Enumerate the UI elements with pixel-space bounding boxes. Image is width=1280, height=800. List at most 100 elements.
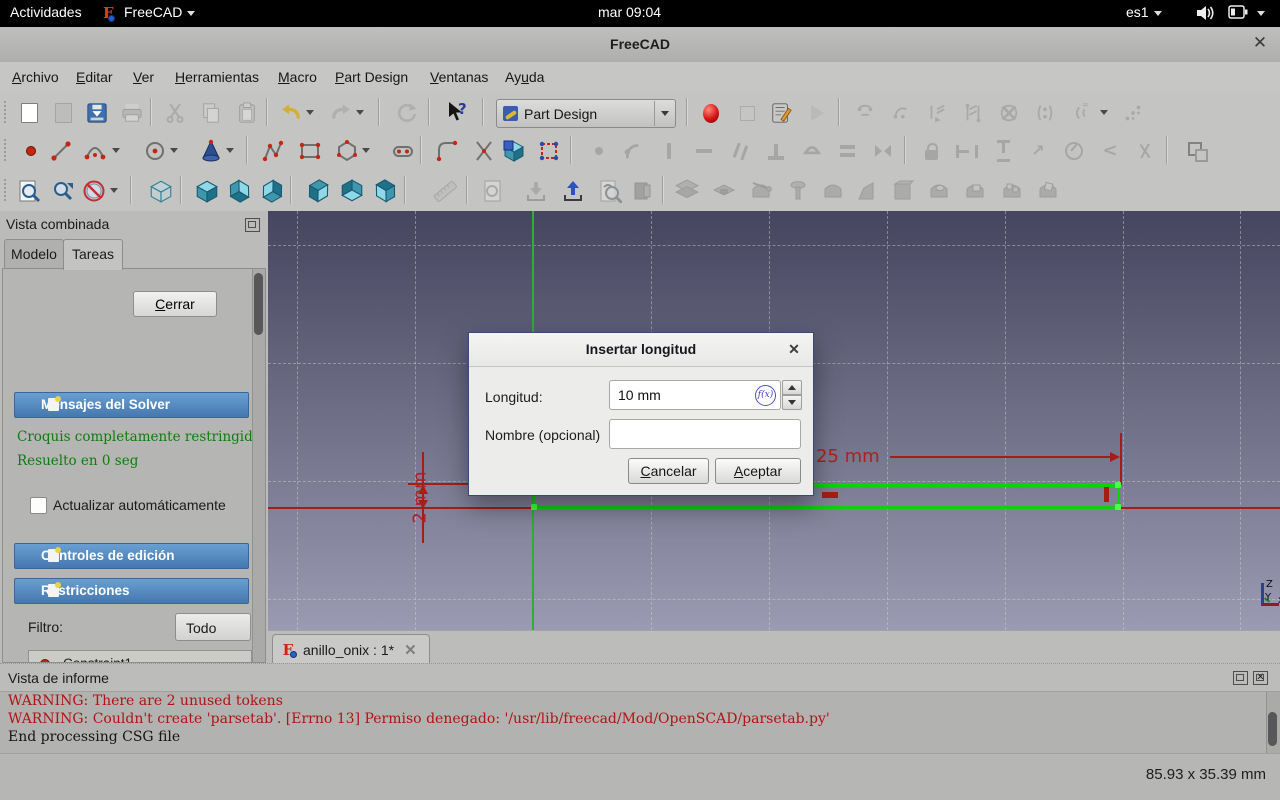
- sketcher-edit-tool-1-button[interactable]: [850, 98, 880, 128]
- view-axonometric-button[interactable]: [146, 176, 176, 206]
- create-sketch-button[interactable]: [478, 176, 508, 206]
- whats-this-button[interactable]: ?: [442, 98, 472, 128]
- report-view-content[interactable]: WARNING: There are 2 unused tokens WARNI…: [0, 691, 1280, 754]
- sketch-vertex[interactable]: [1115, 504, 1121, 510]
- constraint-parallel-button[interactable]: [725, 136, 755, 166]
- report-float-icon[interactable]: [1233, 671, 1248, 685]
- sketch-fillet-button[interactable]: [432, 136, 462, 166]
- app-menu[interactable]: FreeCAD: [124, 4, 196, 20]
- toggle-construction-button[interactable]: [1182, 136, 1212, 166]
- constraint-horizontal-distance-button[interactable]: [952, 136, 982, 166]
- name-input[interactable]: [609, 419, 801, 449]
- sketcher-edit-tool-2-button[interactable]: [886, 98, 916, 128]
- constraint-distance-button[interactable]: ↗: [1023, 136, 1053, 166]
- panel-scrollbar-thumb[interactable]: [254, 273, 263, 335]
- battery-icon[interactable]: [1228, 5, 1248, 19]
- workbench-selector[interactable]: Part Design: [496, 99, 676, 128]
- view-bottom-button[interactable]: [337, 176, 367, 206]
- dialog-title-bar[interactable]: Insertar longitud ✕: [469, 333, 813, 367]
- expression-fx-icon[interactable]: f(x): [755, 385, 776, 406]
- document-tab[interactable]: F anillo_onix : 1* ✕: [272, 634, 430, 664]
- open-file-button[interactable]: [48, 98, 78, 128]
- sketch-conic-button[interactable]: [196, 136, 226, 166]
- draw-style-dropdown-arrow[interactable]: [110, 188, 118, 193]
- draw-style-button[interactable]: [80, 176, 110, 206]
- window-title-bar[interactable]: FreeCAD ✕: [0, 27, 1280, 63]
- constraint-lock-button[interactable]: [916, 136, 946, 166]
- report-scrollbar[interactable]: [1266, 692, 1280, 754]
- solver-messages-section-header[interactable]: Mensajes del Solver: [14, 392, 249, 418]
- import-sketch-button[interactable]: [521, 176, 551, 206]
- view-left-button[interactable]: [370, 176, 400, 206]
- menu-part-design[interactable]: Part Design: [335, 69, 408, 85]
- vertical-dimension-label[interactable]: 2 mm: [410, 468, 431, 528]
- macro-stop-button[interactable]: [732, 98, 762, 128]
- sketcher-edit-tool-6-button[interactable]: [1030, 98, 1060, 128]
- constraint-perpendicular-button[interactable]: [761, 136, 791, 166]
- horizontal-dimension-label[interactable]: 25 mm: [816, 446, 880, 467]
- new-file-button[interactable]: [14, 98, 44, 128]
- constraints-section-header[interactable]: Restricciones: [14, 578, 249, 604]
- redo-button[interactable]: [326, 98, 356, 128]
- feature-3-button[interactable]: [997, 176, 1027, 206]
- auto-update-checkbox[interactable]: [30, 497, 47, 514]
- menu-herramientas[interactable]: Herramientas: [175, 69, 259, 85]
- sketch-polyline-button[interactable]: [258, 136, 288, 166]
- sketcher-edit-tool-7-button[interactable]: [1066, 98, 1096, 128]
- ok-button[interactable]: Aceptar: [715, 458, 801, 484]
- volume-icon[interactable]: [1196, 4, 1216, 22]
- view-right-button[interactable]: [257, 176, 287, 206]
- constraint-coincident-button[interactable]: [584, 136, 614, 166]
- boolean-button[interactable]: [888, 176, 918, 206]
- constraint-filter-dropdown[interactable]: Todo: [175, 613, 251, 641]
- dialog-close-button[interactable]: ✕: [785, 340, 803, 358]
- feature-4-button[interactable]: [1033, 176, 1063, 206]
- workbench-dropdown-arrow[interactable]: [654, 101, 675, 126]
- sketch-vertex[interactable]: [1115, 482, 1121, 488]
- macro-record-button[interactable]: [696, 98, 726, 128]
- undo-button[interactable]: [276, 98, 306, 128]
- sketch-slot-button[interactable]: [388, 136, 418, 166]
- fit-all-button[interactable]: [14, 176, 44, 206]
- redo-dropdown-arrow[interactable]: [356, 110, 364, 115]
- sketcher-edit-tool-5-button[interactable]: [994, 98, 1024, 128]
- validate-sketch-button[interactable]: [595, 176, 625, 206]
- sketcher-edit-tool-8-button[interactable]: [1118, 98, 1148, 128]
- constraint-equal-button[interactable]: [832, 136, 862, 166]
- tab-tareas[interactable]: Tareas: [63, 239, 123, 270]
- constraint-marker[interactable]: [822, 492, 838, 498]
- macro-edit-button[interactable]: [766, 98, 796, 128]
- menu-ver[interactable]: Ver: [133, 69, 154, 85]
- sketch-circle-button[interactable]: [140, 136, 170, 166]
- pad-button[interactable]: [672, 176, 702, 206]
- export-sketch-button[interactable]: [558, 176, 588, 206]
- document-tab-close-icon[interactable]: ✕: [404, 641, 417, 659]
- paste-button[interactable]: [232, 98, 262, 128]
- panel-float-icon[interactable]: [245, 218, 260, 232]
- constraint-snell-button[interactable]: [1130, 136, 1160, 166]
- panel-scrollbar[interactable]: [252, 269, 265, 662]
- macro-play-button[interactable]: [802, 98, 832, 128]
- sketcher-edit-dropdown-arrow[interactable]: [1100, 110, 1108, 115]
- sketch-line-button[interactable]: [46, 136, 76, 166]
- view-rear-button[interactable]: [304, 176, 334, 206]
- constraint-list-item[interactable]: Constraint1: [29, 651, 251, 662]
- menu-ventanas[interactable]: Ventanas: [430, 69, 488, 85]
- sketch-point-button[interactable]: [16, 136, 46, 166]
- spinner-up-button[interactable]: [782, 380, 802, 395]
- constraint-angle-button[interactable]: <: [1095, 136, 1125, 166]
- view-front-button[interactable]: [192, 176, 222, 206]
- window-close-button[interactable]: ✕: [1250, 33, 1270, 53]
- conic-dropdown-arrow[interactable]: [226, 148, 234, 153]
- constraint-marker[interactable]: [1104, 487, 1109, 502]
- clock[interactable]: mar 09:04: [598, 4, 661, 20]
- circle-dropdown-arrow[interactable]: [170, 148, 178, 153]
- menu-archivo[interactable]: Archivo: [12, 69, 59, 85]
- additive-primitive-button[interactable]: [818, 176, 848, 206]
- constraint-vertical-button[interactable]: [654, 136, 684, 166]
- pocket-button[interactable]: [709, 176, 739, 206]
- close-task-button[interactable]: Cerrar: [133, 291, 217, 317]
- copy-button[interactable]: [196, 98, 226, 128]
- constraint-vertical-distance-button[interactable]: [988, 136, 1018, 166]
- mirror-sketch-button[interactable]: [628, 176, 658, 206]
